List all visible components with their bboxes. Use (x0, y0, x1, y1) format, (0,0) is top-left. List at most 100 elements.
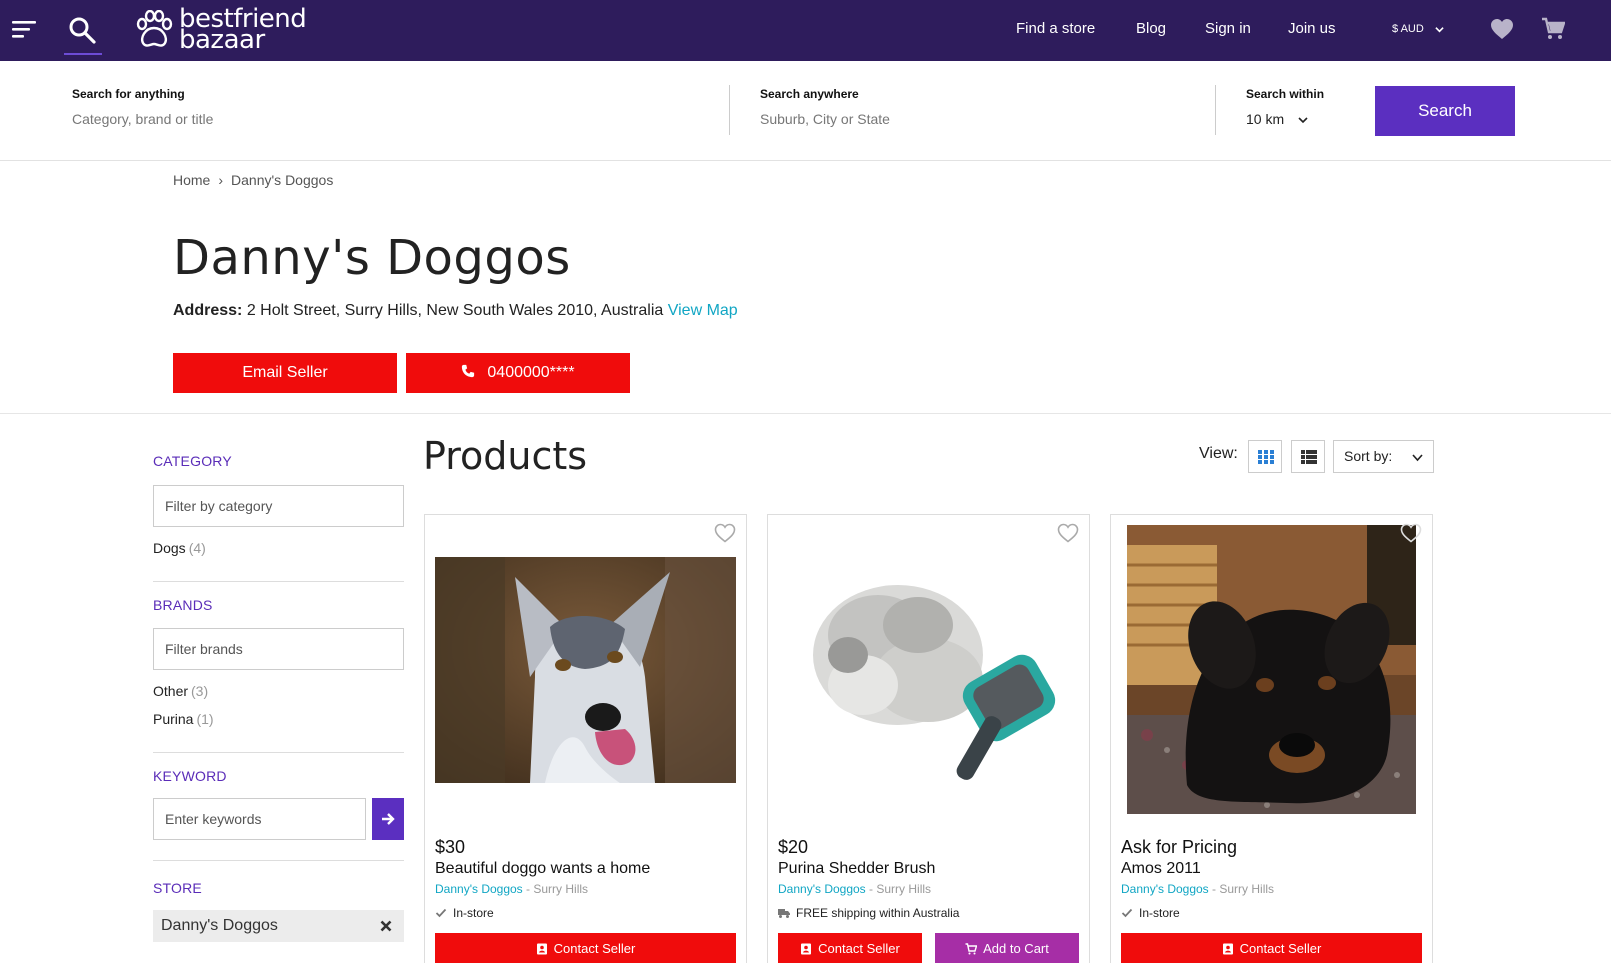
breadcrumb-current: Danny's Doggos (231, 172, 334, 188)
contact-seller-button[interactable]: Contact Seller (435, 933, 736, 963)
search-icon[interactable] (68, 16, 96, 44)
contact-book-icon (1222, 943, 1233, 955)
search-within-select[interactable]: 10 km (1246, 111, 1308, 127)
heart-icon[interactable] (1490, 18, 1514, 40)
heart-outline-icon[interactable] (1057, 523, 1079, 543)
section-divider (0, 413, 1611, 414)
product-title[interactable]: Beautiful doggo wants a home (435, 860, 650, 878)
product-seller: Danny's Doggos - Surry Hills (778, 882, 931, 896)
top-nav-bar: bestfriend bazaar Find a store Blog Sign… (0, 0, 1611, 61)
availability-text: In-store (1139, 906, 1180, 920)
brand-label: Other (153, 683, 189, 699)
sidebar-divider (153, 860, 404, 861)
truck-icon (778, 909, 790, 918)
cart-icon[interactable] (1541, 17, 1565, 41)
search-button[interactable]: Search (1375, 86, 1515, 136)
product-price: $30 (435, 837, 466, 857)
product-card[interactable]: $20 Purina Shedder Brush Danny's Doggos … (767, 514, 1090, 963)
contact-book-icon (536, 943, 547, 955)
grid-icon (1258, 450, 1274, 464)
sidebar-divider (153, 752, 404, 753)
keyword-heading: KEYWORD (153, 768, 227, 784)
contact-seller-label: Contact Seller (818, 941, 900, 956)
brand-label: Purina (153, 711, 194, 727)
brand-item-purina[interactable]: Purina (1) (153, 711, 214, 727)
product-image-husky[interactable] (435, 557, 736, 783)
contact-seller-button[interactable]: Contact Seller (1121, 933, 1422, 963)
sort-dropdown[interactable]: Sort by: (1333, 440, 1434, 473)
contact-seller-button[interactable]: Contact Seller (778, 933, 922, 963)
paw-icon (136, 10, 173, 47)
close-icon[interactable] (380, 920, 392, 932)
product-price: Ask for Pricing (1121, 837, 1238, 857)
sidebar-divider (153, 581, 404, 582)
product-title[interactable]: Purina Shedder Brush (778, 860, 935, 878)
currency-label: $ AUD (1392, 23, 1424, 35)
breadcrumb: Home › Danny's Doggos (173, 172, 333, 188)
chevron-down-icon (1435, 26, 1444, 33)
logo-text-line2: bazaar (179, 25, 265, 55)
brand-count: (3) (191, 683, 209, 699)
phone-icon (462, 364, 475, 378)
menu-icon[interactable] (12, 20, 36, 38)
nav-find-store[interactable]: Find a store (1016, 20, 1095, 37)
phone-number: 0400000**** (487, 364, 575, 381)
heart-outline-icon[interactable] (1400, 523, 1422, 543)
seller-link[interactable]: Danny's Doggos (778, 882, 866, 896)
add-to-cart-button[interactable]: Add to Cart (935, 933, 1079, 963)
category-label: Dogs (153, 540, 186, 556)
email-seller-button[interactable]: Email Seller (173, 353, 397, 393)
store-filter-chip: Danny's Doggos (153, 910, 404, 942)
product-shipping: FREE shipping within Australia (778, 906, 959, 920)
list-view-button[interactable] (1291, 440, 1325, 473)
product-card[interactable]: Ask for Pricing Amos 2011 Danny's Doggos… (1110, 514, 1433, 963)
product-price: $20 (778, 837, 809, 857)
brand-logo[interactable]: bestfriend bazaar (133, 6, 308, 55)
sort-label: Sort by: (1344, 448, 1393, 464)
store-address: Address: 2 Holt Street, Surry Hills, New… (173, 302, 738, 320)
brand-item-other[interactable]: Other (3) (153, 683, 208, 699)
currency-selector[interactable]: $ AUD (1392, 23, 1444, 35)
availability-text: In-store (453, 906, 494, 920)
category-item-dogs[interactable]: Dogs (4) (153, 540, 206, 556)
phone-button[interactable]: 0400000**** (406, 353, 630, 393)
seller-link[interactable]: Danny's Doggos (435, 882, 523, 896)
add-to-cart-label: Add to Cart (983, 941, 1049, 956)
breadcrumb-separator: › (218, 172, 224, 188)
search-what-label: Search for anything (72, 87, 185, 101)
product-card[interactable]: $30 Beautiful doggo wants a home Danny's… (424, 514, 747, 963)
category-filter-input[interactable]: Filter by category (153, 485, 404, 527)
contact-book-icon (801, 943, 812, 955)
product-availability: In-store (435, 906, 494, 920)
address-text: 2 Holt Street, Surry Hills, New South Wa… (246, 302, 664, 319)
chevron-down-icon (1412, 454, 1423, 462)
store-chip-label: Danny's Doggos (161, 917, 278, 934)
nav-blog[interactable]: Blog (1136, 20, 1166, 37)
keyword-input[interactable]: Enter keywords (153, 798, 366, 840)
search-where-label: Search anywhere (760, 87, 859, 101)
product-image-rottweiler[interactable] (1127, 525, 1416, 814)
rottweiler-photo (1127, 525, 1416, 814)
address-label: Address: (173, 302, 243, 319)
search-bar: Search for anything Category, brand or t… (0, 61, 1611, 161)
search-where-input[interactable]: Suburb, City or State (760, 111, 890, 127)
seller-link[interactable]: Danny's Doggos (1121, 882, 1209, 896)
nav-sign-in[interactable]: Sign in (1205, 20, 1251, 37)
search-divider (1215, 85, 1216, 135)
product-image-brush[interactable] (778, 555, 1079, 785)
grid-view-button[interactable] (1248, 440, 1282, 473)
heart-outline-icon[interactable] (714, 523, 736, 543)
search-active-indicator (64, 53, 102, 55)
check-icon (435, 908, 447, 918)
search-what-input[interactable]: Category, brand or title (72, 111, 213, 127)
breadcrumb-home[interactable]: Home (173, 172, 210, 188)
search-within-label: Search within (1246, 87, 1325, 101)
product-title[interactable]: Amos 2011 (1121, 860, 1201, 878)
email-seller-label: Email Seller (242, 364, 328, 381)
view-map-link[interactable]: View Map (668, 302, 738, 319)
brands-filter-input[interactable]: Filter brands (153, 628, 404, 670)
shipping-text: FREE shipping within Australia (796, 906, 960, 920)
contact-seller-label: Contact Seller (1239, 941, 1322, 956)
keyword-submit-button[interactable] (372, 798, 404, 840)
nav-join-us[interactable]: Join us (1288, 20, 1336, 37)
